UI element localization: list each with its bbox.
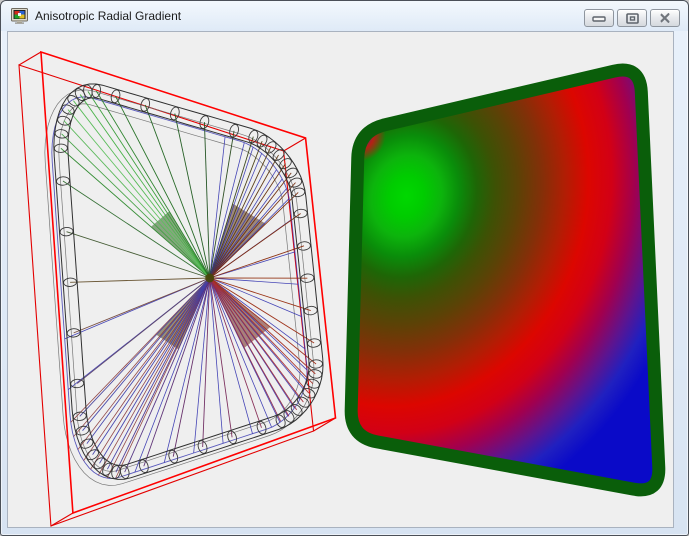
section-ring <box>294 209 308 219</box>
spoke <box>210 278 316 364</box>
spoke-back <box>91 278 210 469</box>
app-icon <box>11 8 28 24</box>
spoke <box>210 278 297 410</box>
close-button[interactable] <box>650 9 680 27</box>
section-ring <box>169 106 181 121</box>
spoke <box>210 278 304 402</box>
red-box-edge <box>19 52 41 65</box>
spoke-back <box>210 179 283 278</box>
section-ring <box>75 425 90 436</box>
close-icon <box>659 13 671 23</box>
spoke <box>116 96 210 278</box>
spoke <box>68 110 210 278</box>
spoke <box>93 278 210 455</box>
spoke <box>210 278 309 393</box>
client-area <box>7 31 674 528</box>
spoke <box>73 101 209 278</box>
spoke-back <box>78 278 210 450</box>
spoke <box>145 105 210 278</box>
spoke <box>204 122 209 278</box>
window-title: Anisotropic Radial Gradient <box>35 9 181 23</box>
spoke <box>116 278 210 472</box>
app-window: Anisotropic Radial Gradient <box>0 0 689 536</box>
section-ring <box>139 97 151 112</box>
opengl-render-canvas[interactable] <box>8 32 673 527</box>
spoke <box>107 278 209 469</box>
spoke <box>210 173 292 278</box>
titlebar[interactable]: Anisotropic Radial Gradient <box>1 1 688 31</box>
window-controls <box>584 9 680 27</box>
section-ring <box>60 227 74 236</box>
spoke-back <box>74 278 210 437</box>
spoke-center-blob <box>205 274 214 283</box>
restore-button[interactable] <box>617 9 647 27</box>
spoke <box>63 181 210 278</box>
section-ring <box>291 187 305 197</box>
section-ring <box>256 420 268 435</box>
spoke <box>210 164 286 278</box>
section-ring <box>308 369 322 379</box>
spoke <box>80 278 210 416</box>
spoke <box>61 148 210 278</box>
minimize-button[interactable] <box>584 9 614 27</box>
wireframe-view <box>19 52 336 526</box>
restore-icon <box>626 13 639 24</box>
gradient-view <box>311 70 659 490</box>
spoke <box>70 278 210 282</box>
red-box-edge <box>284 138 306 151</box>
minimize-icon <box>592 14 606 22</box>
section-ring <box>167 449 179 464</box>
spoke <box>210 141 262 278</box>
spoke <box>210 147 271 278</box>
section-ring <box>304 306 318 316</box>
